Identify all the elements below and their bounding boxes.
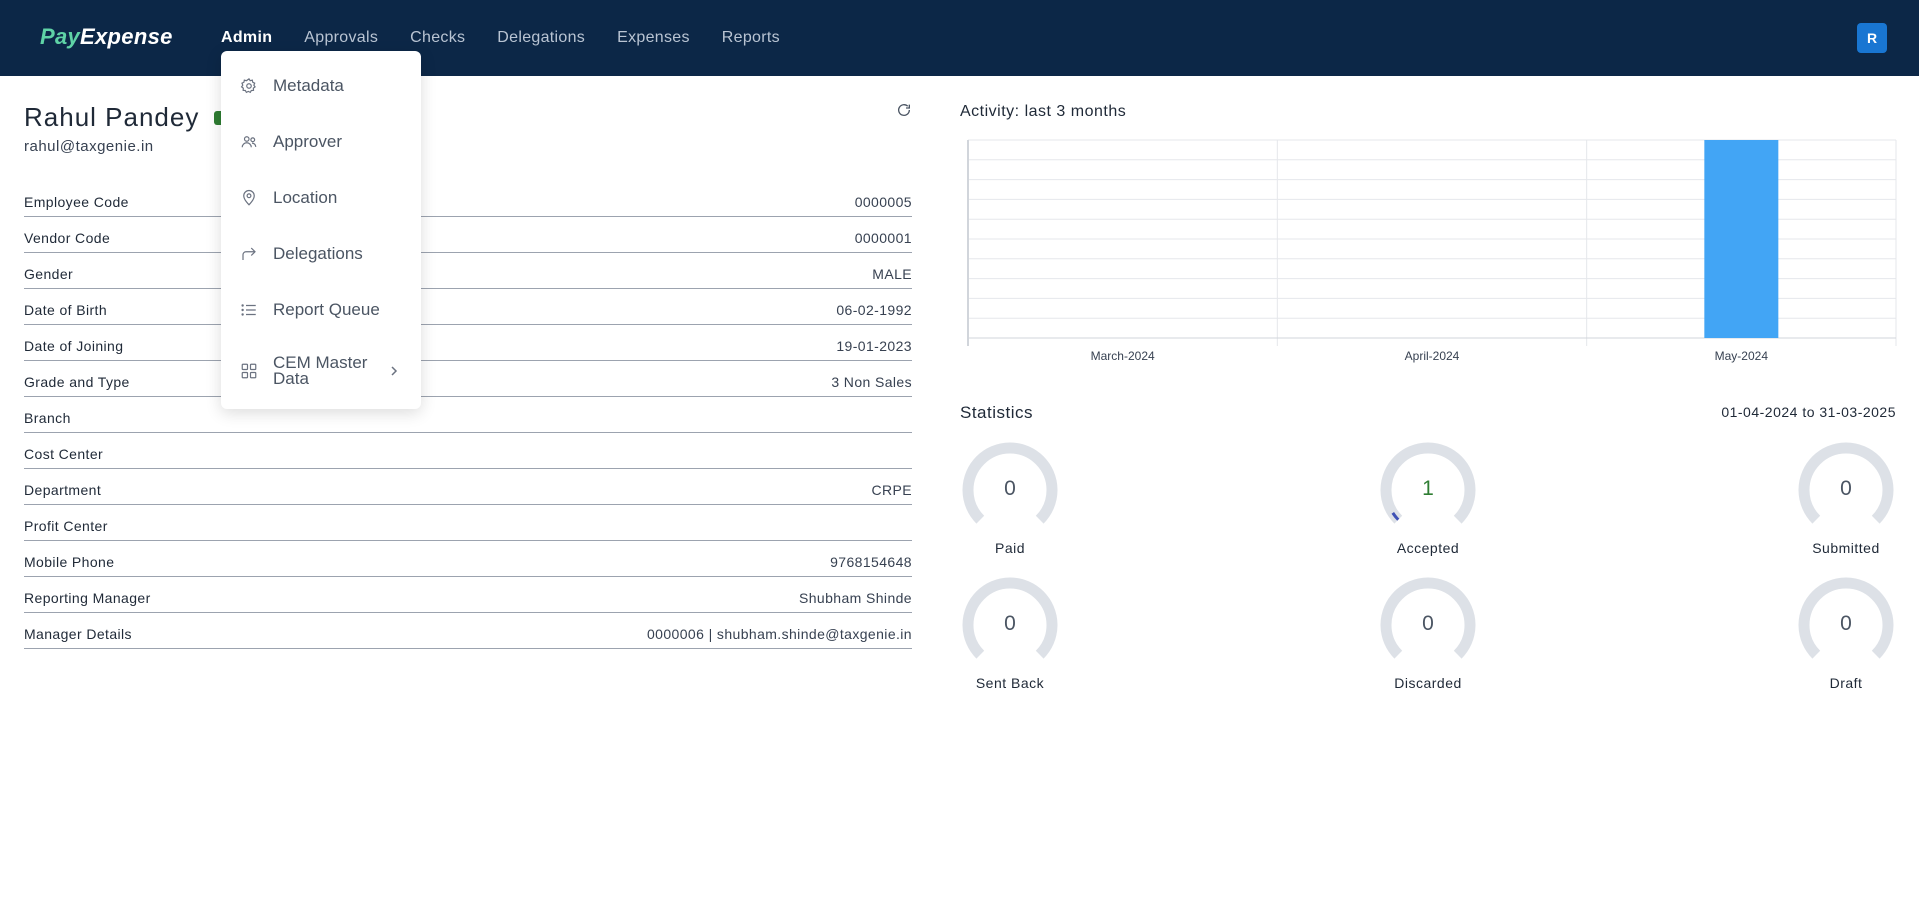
- statistics-title: Statistics: [960, 403, 1034, 422]
- menu-item-location[interactable]: Location: [221, 183, 421, 213]
- stat-value: 0: [1840, 612, 1852, 635]
- chart-x-tick-label: March-2024: [1091, 349, 1155, 363]
- profile-row-label: Branch: [24, 409, 71, 426]
- menu-item-approver[interactable]: Approver: [221, 127, 421, 157]
- forward-arrow-icon: [239, 244, 259, 264]
- profile-row-label: Profit Center: [24, 517, 108, 534]
- stat-value: 0: [1840, 477, 1852, 500]
- user-avatar[interactable]: R: [1857, 23, 1887, 53]
- location-pin-icon: [239, 188, 259, 208]
- stat-label: Discarded: [1394, 675, 1462, 691]
- activity-bar-chart: March-2024 April-2024 May-2024: [967, 139, 1897, 363]
- profile-row-label: Date of Joining: [24, 337, 124, 354]
- profile-row: Manager Details 0000006 | shubham.shinde@…: [24, 613, 912, 649]
- profile-row-value: Shubham Shinde: [798, 589, 912, 606]
- profile-row-value: 9768154648: [830, 553, 912, 570]
- profile-row: Branch: [24, 397, 912, 433]
- stat-label: Paid: [994, 540, 1026, 556]
- menu-item-report-queue[interactable]: Report Queue: [221, 295, 421, 325]
- profile-row: Profit Center: [24, 505, 912, 541]
- list-icon: [239, 300, 259, 320]
- chevron-right-icon: [389, 363, 399, 379]
- refresh-icon[interactable]: [896, 102, 912, 118]
- nav-expenses[interactable]: Expenses: [617, 29, 690, 47]
- profile-row-label: Department: [24, 481, 102, 498]
- profile-row-value: 0000005: [854, 193, 912, 210]
- profile-row-value: 3 Non Sales: [831, 373, 912, 390]
- profile-row-label: Cost Center: [24, 445, 104, 462]
- profile-row-value: 19-01-2023: [836, 337, 912, 354]
- menu-item-label: Location: [273, 188, 338, 207]
- profile-row-label: Reporting Manager: [24, 589, 151, 606]
- grid-icon: [239, 361, 259, 381]
- nav-checks[interactable]: Checks: [410, 29, 465, 47]
- stat-label: Submitted: [1812, 540, 1880, 556]
- profile-row: Mobile Phone 9768154648: [24, 541, 912, 577]
- menu-item-label: CEM Master Data: [273, 353, 368, 388]
- profile-row: Date of Joining 19-01-2023: [24, 325, 912, 361]
- chart-x-tick-label: April-2024: [1405, 349, 1460, 363]
- profile-row: Reporting Manager Shubham Shinde: [24, 577, 912, 613]
- chart-bar: [1704, 140, 1779, 338]
- menu-item-label: Report Queue: [273, 300, 380, 319]
- profile-row: Grade and Type 3 Non Sales: [24, 361, 912, 397]
- profile-row: Cost Center: [24, 433, 912, 469]
- users-icon: [239, 132, 259, 152]
- menu-item-label: Metadata: [273, 76, 344, 95]
- profile-row-value: 0000006 | shubham.shinde@taxgenie.in: [647, 625, 912, 642]
- activity-title: Activity: last 3 months: [960, 103, 1127, 120]
- chart-x-tick-label: May-2024: [1715, 349, 1769, 363]
- nav-approvals[interactable]: Approvals: [304, 29, 378, 47]
- menu-item-cem-master-data[interactable]: CEM Master Data: [221, 351, 421, 391]
- stat-value: 0: [1004, 477, 1016, 500]
- profile-row-label: Employee Code: [24, 193, 129, 210]
- stat-label: Draft: [1829, 675, 1863, 691]
- stat-value: 0: [1004, 612, 1016, 635]
- stat-value: 1: [1422, 477, 1434, 500]
- profile-row-label: Manager Details: [24, 625, 132, 642]
- stat-value: 0: [1422, 612, 1434, 635]
- profile-row: Gender MALE: [24, 253, 912, 289]
- profile-row-label: Gender: [24, 265, 74, 282]
- profile-row-label: Vendor Code: [24, 229, 111, 246]
- user-name: Rahul Pandey: [24, 102, 200, 132]
- profile-row: Vendor Code 0000001: [24, 217, 912, 253]
- statistics-date-range: 01-04-2024 to 31-03-2025: [1721, 404, 1896, 420]
- profile-row-value: MALE: [872, 265, 912, 282]
- stat-label: Accepted: [1396, 540, 1460, 556]
- menu-item-label: Approver: [273, 132, 342, 151]
- nav-admin[interactable]: Admin: [221, 29, 272, 47]
- menu-item-label: Delegations: [273, 244, 363, 263]
- profile-row-label: Mobile Phone: [24, 553, 115, 570]
- profile-row-value: 06-02-1992: [836, 301, 912, 318]
- profile-row: Date of Birth 06-02-1992: [24, 289, 912, 325]
- profile-row-label: Date of Birth: [24, 301, 108, 318]
- stat-label: Sent Back: [975, 675, 1045, 691]
- menu-item-metadata[interactable]: Metadata: [221, 71, 421, 101]
- profile-row: Employee Code 0000005: [24, 181, 912, 217]
- user-email: rahul@taxgenie.in: [24, 138, 154, 155]
- app-logo[interactable]: PayExpense: [40, 24, 173, 50]
- nav-delegations[interactable]: Delegations: [497, 29, 585, 47]
- profile-row-value: CRPE: [871, 481, 912, 498]
- gear-icon: [239, 76, 259, 96]
- profile-details-table: Employee Code 0000005 Vendor Code 0000001 Ge…: [24, 181, 912, 649]
- profile-row-value: 0000001: [854, 229, 912, 246]
- nav-reports[interactable]: Reports: [722, 29, 780, 47]
- menu-item-delegations[interactable]: Delegations: [221, 239, 421, 269]
- admin-dropdown-menu: Metadata Approver Location Delegations R…: [221, 51, 421, 409]
- profile-row-label: Grade and Type: [24, 373, 130, 390]
- profile-row: Department CRPE: [24, 469, 912, 505]
